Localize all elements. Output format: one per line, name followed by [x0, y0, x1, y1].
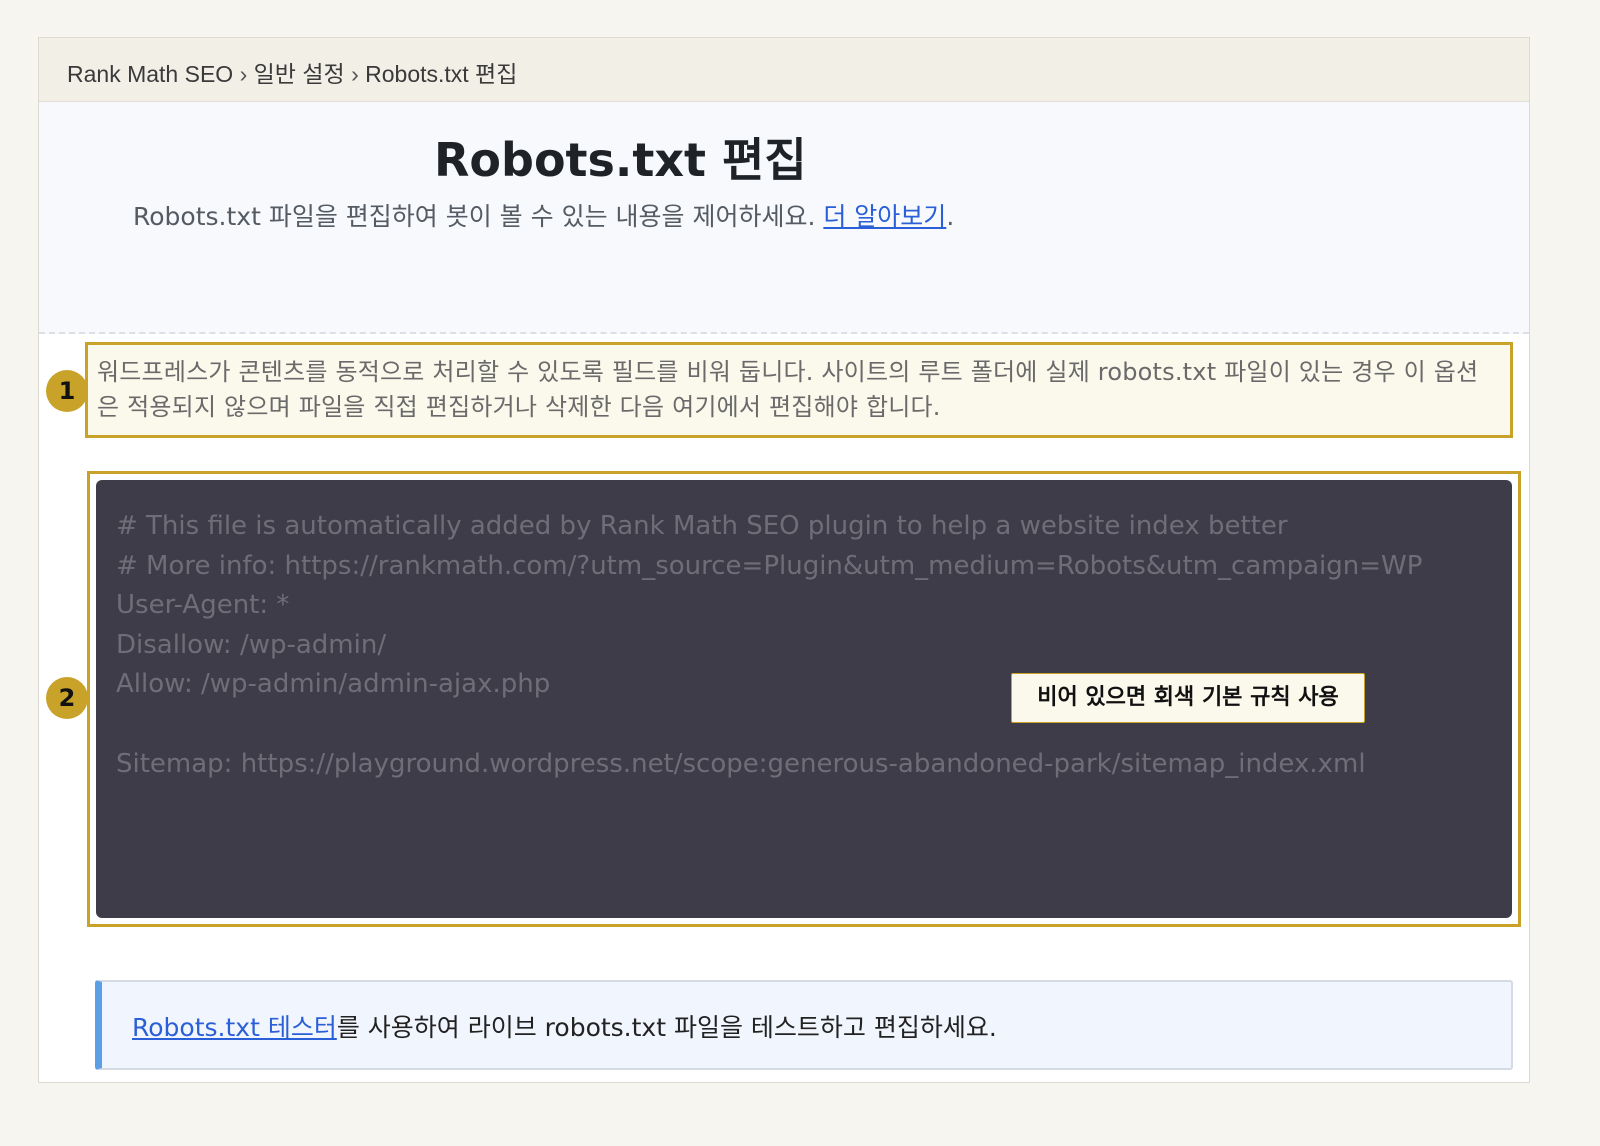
page-description: Robots.txt 파일을 편집하여 봇이 볼 수 있는 내용을 제어하세요.… [133, 197, 954, 233]
learn-more-link[interactable]: 더 알아보기 [823, 202, 946, 231]
editor-placeholder-line: Sitemap: https://playground.wordpress.ne… [116, 748, 1366, 779]
settings-panel: Rank Math SEO › 일반 설정 › Robots.txt 편집 Ro… [38, 37, 1530, 1083]
editor-placeholder-line: User-Agent: * [116, 590, 290, 621]
callout-number-badge-2: 2 [46, 677, 88, 719]
page-description-end: . [946, 202, 955, 231]
breadcrumb-bar: Rank Math SEO › 일반 설정 › Robots.txt 편집 [39, 38, 1529, 102]
callout-editor: # This file is automatically added by Ra… [87, 471, 1521, 927]
breadcrumb-separator: › [239, 61, 248, 87]
editor-placeholder-line: # This file is automatically added by Ra… [116, 511, 1288, 541]
editor-placeholder-line: Disallow: /wp-admin/ [116, 629, 387, 660]
page-title: Robots.txt 편집 [434, 133, 807, 187]
breadcrumb: Rank Math SEO › 일반 설정 › Robots.txt 편집 [67, 55, 517, 89]
notice-text: Robots.txt 테스터를 사용하여 라이브 robots.txt 파일을 … [132, 1008, 997, 1044]
page-header: Robots.txt 편집 Robots.txt 파일을 편집하여 봇이 볼 수… [39, 102, 1529, 334]
breadcrumb-item-general-settings[interactable]: 일반 설정 [254, 61, 345, 87]
page-description-text: Robots.txt 파일을 편집하여 봇이 볼 수 있는 내용을 제어하세요. [133, 202, 816, 231]
field-help-text: 워드프레스가 콘텐츠를 동적으로 처리할 수 있도록 필드를 비워 둡니다. 사… [97, 358, 1479, 421]
robots-tester-notice: Robots.txt 테스터를 사용하여 라이브 robots.txt 파일을 … [95, 980, 1513, 1070]
breadcrumb-separator: › [351, 61, 359, 87]
robots-tester-link[interactable]: Robots.txt 테스터 [132, 1013, 337, 1042]
callout-number-badge-1: 1 [46, 370, 88, 412]
callout-description: 워드프레스가 콘텐츠를 동적으로 처리할 수 있도록 필드를 비워 둡니다. 사… [85, 342, 1513, 438]
default-rules-tooltip: 비어 있으면 회색 기본 규칙 사용 [1011, 673, 1365, 723]
notice-message: 를 사용하여 라이브 robots.txt 파일을 테스트하고 편집하세요. [336, 1013, 997, 1042]
breadcrumb-item-rank-math[interactable]: Rank Math SEO [67, 61, 233, 87]
breadcrumb-item-current: Robots.txt 편집 [365, 61, 518, 87]
editor-placeholder-line: # More info: https://rankmath.com/?utm_s… [116, 550, 1423, 581]
editor-placeholder: # This file is automatically added by Ra… [116, 507, 1492, 784]
robots-txt-editor[interactable]: # This file is automatically added by Ra… [96, 480, 1512, 918]
